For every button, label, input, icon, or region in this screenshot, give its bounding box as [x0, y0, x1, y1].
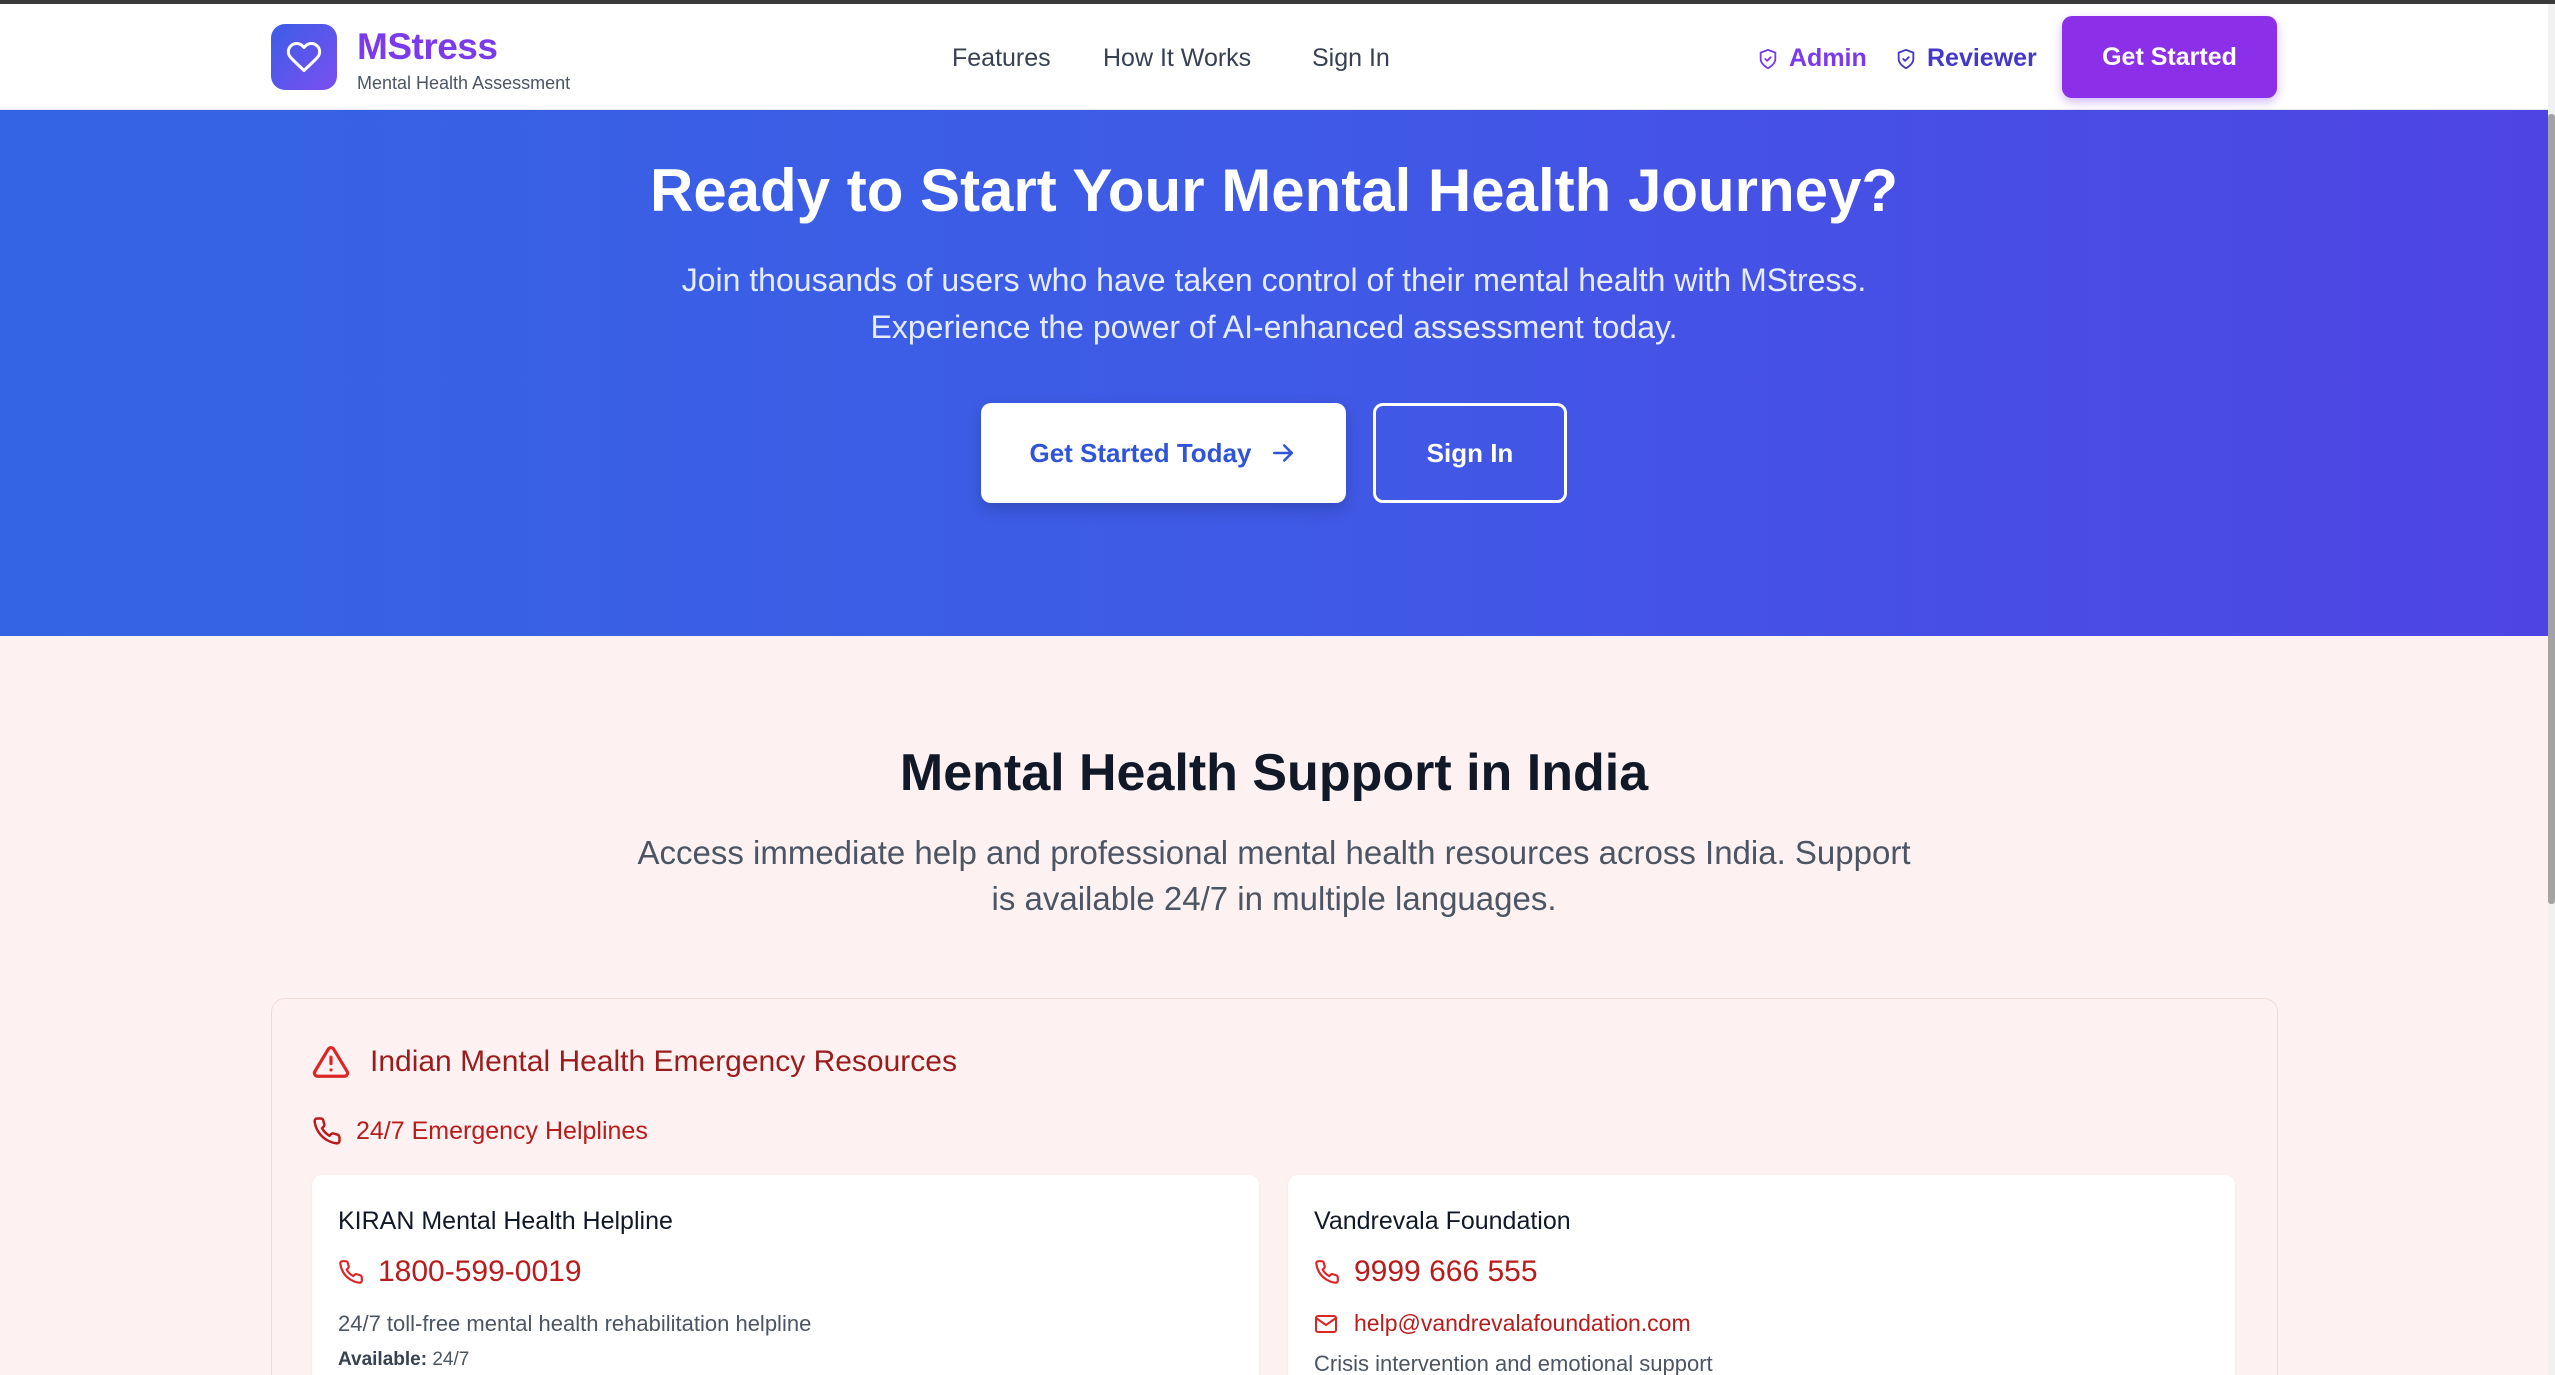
- reviewer-link[interactable]: Reviewer: [1895, 44, 2037, 73]
- get-started-today-button[interactable]: Get Started Today: [981, 403, 1346, 503]
- support-section-title: Mental Health Support in India: [899, 744, 1649, 802]
- hero-sign-in-button[interactable]: Sign In: [1373, 403, 1567, 503]
- shield-icon: [1897, 48, 1915, 69]
- helpline-name: KIRAN Mental Health Helpline: [338, 1207, 673, 1235]
- admin-label: Admin: [1789, 44, 1867, 72]
- helpline-phone-number: 1800-599-0019: [378, 1255, 582, 1288]
- nav-sign-in-link[interactable]: Sign In: [1312, 44, 1390, 73]
- emergency-resources-card: Indian Mental Health Emergency Resources…: [271, 998, 2278, 1375]
- helpline-availability: Available: 24/7: [338, 1349, 469, 1371]
- helpline-description: Crisis intervention and emotional suppor…: [1314, 1351, 1713, 1375]
- hero-description-line-2: Experience the power of AI-enhanced asse…: [870, 309, 1678, 345]
- reviewer-label: Reviewer: [1927, 44, 2037, 72]
- shield-icon: [1759, 48, 1777, 69]
- mail-icon: [1315, 1314, 1337, 1333]
- get-started-today-label: Get Started Today: [1029, 437, 1252, 468]
- helpline-name: Vandrevala Foundation: [1314, 1207, 1571, 1235]
- hero-title: Ready to Start Your Mental Health Journe…: [649, 157, 1899, 224]
- nav-features-link[interactable]: Features: [952, 44, 1051, 73]
- nav-how-it-works-link[interactable]: How It Works: [1103, 44, 1251, 73]
- phone-icon: [339, 1260, 363, 1284]
- brand-name[interactable]: MStress: [357, 26, 498, 68]
- helplines-heading: 24/7 Emergency Helplines: [312, 1116, 648, 1146]
- emergency-resources-heading: Indian Mental Health Emergency Resources: [312, 1043, 957, 1081]
- arrow-right-icon: [1272, 444, 1293, 462]
- page-scrollbar[interactable]: [2548, 4, 2555, 1375]
- helplines-heading-label: 24/7 Emergency Helplines: [356, 1116, 648, 1145]
- alert-triangle-icon: [312, 1046, 350, 1078]
- brand-tagline: Mental Health Assessment: [357, 73, 571, 93]
- helpline-card-kiran: KIRAN Mental Health Helpline 1800-599-00…: [312, 1175, 1259, 1375]
- availability-label: Available:: [338, 1349, 428, 1370]
- helpline-description: 24/7 toll-free mental health rehabilitat…: [338, 1311, 812, 1336]
- admin-link[interactable]: Admin: [1757, 44, 1867, 73]
- cta-hero-section: Ready to Start Your Mental Health Journe…: [0, 110, 2548, 636]
- scrollbar-thumb[interactable]: [2548, 114, 2555, 904]
- site-header: MStress Mental Health Assessment Feature…: [0, 4, 2548, 110]
- helpline-email-address: help@vandrevalafoundation.com: [1354, 1310, 1691, 1336]
- hero-description-line-1: Join thousands of users who have taken c…: [681, 262, 1867, 298]
- phone-icon: [313, 1117, 341, 1145]
- availability-value: 24/7: [432, 1349, 470, 1370]
- helpline-phone-link[interactable]: 1800-599-0019: [338, 1255, 582, 1289]
- phone-icon: [1315, 1260, 1339, 1284]
- helpline-phone-number: 9999 666 555: [1354, 1255, 1538, 1288]
- helpline-phone-link[interactable]: 9999 666 555: [1314, 1255, 1538, 1289]
- helpline-card-vandrevala: Vandrevala Foundation 9999 666 555 help@…: [1288, 1175, 2235, 1375]
- emergency-resources-title: Indian Mental Health Emergency Resources: [370, 1045, 957, 1078]
- helpline-email-link[interactable]: help@vandrevalafoundation.com: [1314, 1310, 1691, 1337]
- logo-heart-icon[interactable]: [271, 24, 337, 90]
- support-description-line-2: is available 24/7 in multiple languages.: [991, 880, 1557, 917]
- header-get-started-button[interactable]: Get Started: [2062, 16, 2277, 98]
- support-description-line-1: Access immediate help and professional m…: [637, 834, 1911, 871]
